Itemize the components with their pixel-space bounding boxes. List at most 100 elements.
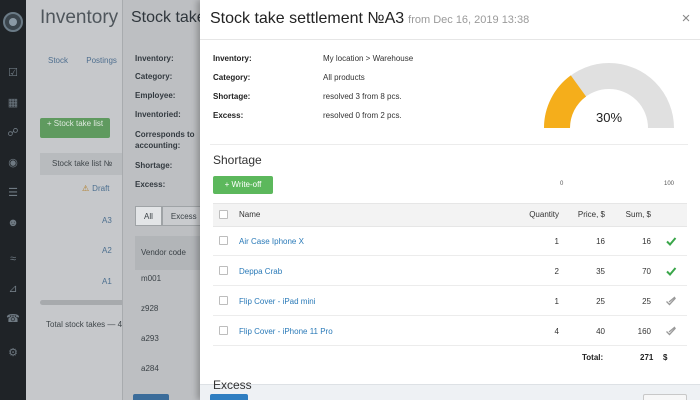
filter-tabs: All Excess	[135, 206, 202, 226]
column-name[interactable]: Name	[239, 204, 260, 226]
product-name-link[interactable]: Flip Cover - iPhone 11 Pro	[239, 317, 333, 346]
vendor-code: a284	[141, 364, 159, 373]
quantity-cell: 1	[554, 297, 559, 306]
table-row: Flip Cover - iPad mini 1 25 25	[213, 287, 687, 316]
field-label: Employee:	[135, 91, 176, 100]
stock-take-title: Stock take	[131, 9, 202, 26]
column-price[interactable]: Price, $	[565, 204, 605, 226]
product-name-link[interactable]: Deppa Crab	[239, 257, 282, 286]
chart-icon[interactable]: ⊿	[6, 282, 20, 296]
background-tabs: Stock Postings	[48, 56, 133, 65]
shortage-section-title: Shortage	[213, 153, 262, 167]
users-icon[interactable]: ☻	[6, 216, 20, 230]
dollar-icon[interactable]: ◉	[6, 156, 20, 170]
draft-status[interactable]: ⚠ Draft	[82, 184, 110, 193]
section-divider	[210, 144, 688, 145]
phone-icon[interactable]: ☎	[6, 312, 20, 326]
sum-cell: 160	[637, 327, 651, 336]
sum-cell: 70	[642, 267, 651, 276]
modal-header: Stock take settlement №A3 from Dec 16, 20…	[200, 0, 700, 40]
total-label: Total:	[582, 353, 604, 362]
shortage-label: Shortage:	[213, 92, 251, 101]
field-label: Shortage:	[135, 161, 173, 170]
vendor-code: m001	[141, 274, 162, 283]
excess-section-title: Excess	[213, 378, 252, 392]
background-stock-take-page: Stock take Inventory: Category: Employee…	[122, 0, 202, 400]
field-label: Excess:	[135, 180, 166, 189]
checklist-icon[interactable]: ☑	[6, 66, 20, 80]
vendor-code-header: Vendor code	[135, 236, 202, 270]
add-stock-take-list-button[interactable]: + Stock take list	[40, 118, 110, 138]
total-currency: $	[663, 353, 668, 362]
shortage-table-header: Name Quantity Price, $ Sum, $	[213, 203, 687, 227]
modal-footer	[200, 384, 700, 400]
inventory-label: Inventory:	[213, 54, 252, 63]
table-row: Deppa Crab 2 35 70	[213, 257, 687, 286]
list-item[interactable]: A3	[102, 216, 112, 225]
product-name-link[interactable]: Air Case Iphone X	[239, 227, 304, 256]
modal-title-text: Stock take settlement №A3	[210, 10, 405, 27]
check-green-icon	[666, 267, 677, 276]
barcode-icon[interactable]: ☰	[6, 186, 20, 200]
gauge-chart	[544, 63, 674, 129]
field-label: Corresponds to accounting:	[135, 130, 195, 150]
field-label: Category:	[135, 72, 173, 81]
total-stock-takes: Total stock takes — 4	[46, 320, 123, 329]
write-off-button[interactable]: + Write-off	[213, 176, 273, 194]
column-sum[interactable]: Sum, $	[611, 204, 651, 226]
select-all-checkbox[interactable]	[219, 210, 228, 219]
excess-label: Excess:	[213, 111, 244, 120]
stock-take-settlement-modal: Stock take settlement №A3 from Dec 16, 20…	[200, 0, 700, 400]
category-label: Category:	[213, 73, 251, 82]
check-grey-icon[interactable]	[665, 325, 677, 337]
row-checkbox[interactable]	[219, 326, 228, 335]
gauge-max-label: 100	[664, 181, 675, 187]
table-row: Air Case Iphone X 1 16 16	[213, 227, 687, 256]
background-page-title: Inventory	[40, 7, 119, 28]
sum-cell: 16	[642, 237, 651, 246]
list-item[interactable]: A1	[102, 277, 112, 286]
background-primary-button[interactable]	[133, 394, 169, 400]
box-icon[interactable]: ▦	[6, 96, 20, 110]
field-label: Inventory:	[135, 54, 174, 63]
field-label: Inventoried:	[135, 110, 181, 119]
price-cell: 25	[596, 297, 605, 306]
shortage-value: resolved 3 from 8 pcs.	[323, 92, 402, 101]
gear-icon[interactable]: ⚙	[6, 346, 20, 360]
app-logo-icon[interactable]	[3, 12, 23, 32]
cart-icon[interactable]: ☍	[6, 126, 20, 140]
tab-stock[interactable]: Stock	[48, 56, 68, 65]
price-cell: 35	[596, 267, 605, 276]
row-checkbox[interactable]	[219, 296, 228, 305]
inventory-value: My location > Warehouse	[323, 54, 414, 63]
row-checkbox[interactable]	[219, 266, 228, 275]
product-name-link[interactable]: Flip Cover - iPad mini	[239, 287, 315, 316]
vendor-code: a293	[141, 334, 159, 343]
check-grey-icon[interactable]	[665, 295, 677, 307]
app-sidebar: ☑ ▦ ☍ ◉ ☰ ☻ ≈ ⊿ ☎ ⚙	[0, 0, 26, 400]
column-quantity[interactable]: Quantity	[513, 204, 559, 226]
save-button[interactable]	[210, 394, 248, 400]
tab-postings[interactable]: Postings	[86, 56, 117, 65]
list-item[interactable]: A2	[102, 246, 112, 255]
check-green-icon	[666, 237, 677, 246]
signal-icon[interactable]: ≈	[6, 252, 20, 266]
tab-excess[interactable]: Excess	[161, 206, 202, 226]
price-cell: 16	[596, 237, 605, 246]
draft-label: Draft	[92, 184, 110, 193]
total-value: 271	[640, 353, 654, 362]
price-cell: 40	[596, 327, 605, 336]
draft-icon: ⚠	[82, 184, 90, 193]
row-checkbox[interactable]	[219, 236, 228, 245]
sum-cell: 25	[642, 297, 651, 306]
gauge-percent: 30%	[595, 110, 623, 125]
close-icon[interactable]: ×	[679, 11, 693, 26]
tab-all[interactable]: All	[135, 206, 162, 226]
vendor-code: z928	[141, 304, 159, 313]
background-inventory-page: Inventory Stock Postings + Stock take li…	[26, 0, 136, 400]
cancel-button[interactable]	[643, 394, 687, 400]
modal-subtitle: from Dec 16, 2019 13:38	[408, 14, 530, 26]
excess-value: resolved 0 from 2 pcs.	[323, 111, 402, 120]
resolved-gauge: 30% 0 100	[544, 55, 674, 187]
quantity-cell: 2	[554, 267, 559, 276]
